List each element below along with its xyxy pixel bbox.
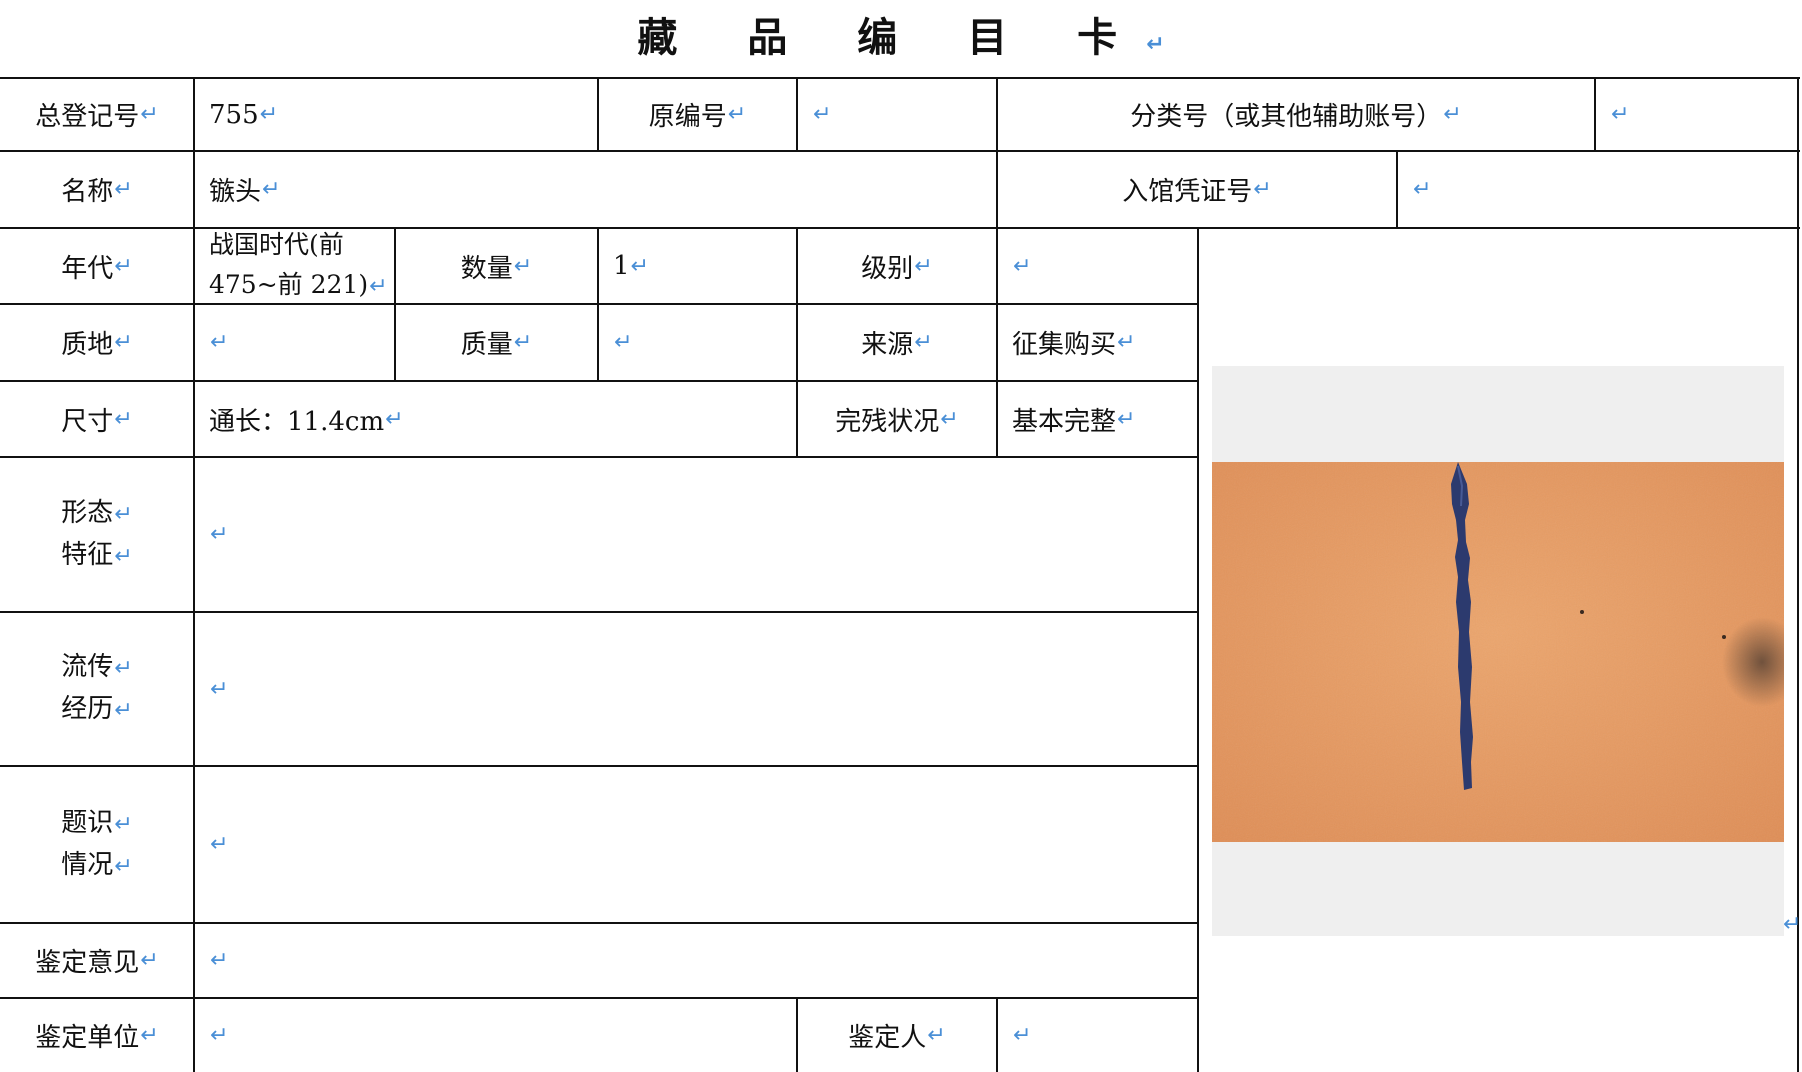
registration-no-label: 总登记号 ↵ [35, 102, 159, 132]
return-mark-icon: ↵ [210, 948, 229, 973]
shape-label: 形态↵ 特征↵ [61, 497, 133, 570]
voucher-field[interactable]: ↵ [1397, 151, 1798, 228]
return-mark-icon: ↵ [1611, 102, 1630, 127]
return-mark-icon: ↵ [1443, 102, 1462, 127]
return-mark-icon: ↵ [940, 406, 959, 432]
return-mark-icon: ↵ [210, 522, 229, 547]
return-mark-icon: ↵ [513, 330, 533, 355]
appraiser-label: 鉴定人 ↵ [848, 1022, 946, 1053]
inscription-field[interactable]: ↵ [194, 766, 1198, 923]
return-mark-icon: ↵ [1117, 330, 1136, 355]
return-mark-icon: ↵ [114, 406, 133, 432]
grade-field[interactable]: ↵ [997, 228, 1198, 304]
era-field[interactable]: 战国时代(前 475~前 221)↵ [194, 228, 395, 304]
name-field[interactable]: 镞头 ↵ [194, 151, 997, 228]
condition-label: 完残状况 ↵ [835, 406, 959, 437]
return-mark-icon: ↵ [114, 811, 133, 837]
return-mark-icon: ↵ [210, 330, 229, 355]
material-field[interactable]: ↵ [194, 304, 395, 381]
return-mark-icon: ↵ [210, 832, 229, 857]
artifact-photo [1212, 462, 1784, 842]
return-mark-icon: ↵ [927, 1022, 946, 1048]
return-mark-icon: ↵ [614, 330, 633, 355]
inscription-label: 题识↵ 情况↵ [61, 807, 133, 880]
return-mark-icon: ↵ [727, 102, 747, 127]
condition-field[interactable]: 基本完整 ↵ [997, 381, 1198, 457]
return-mark-icon: ↵ [210, 676, 229, 702]
return-mark-icon: ↵ [114, 501, 133, 527]
return-mark-icon: ↵ [259, 102, 279, 127]
return-mark-icon: ↵ [914, 253, 933, 279]
registration-no-field[interactable]: 755 ↵ [194, 78, 598, 151]
return-mark-icon: ↵ [140, 1022, 159, 1048]
return-mark-icon: ↵ [114, 253, 133, 279]
return-mark-icon: ↵ [1253, 177, 1272, 202]
return-mark-icon: ↵ [140, 102, 159, 127]
quantity-label: 数量 ↵ [460, 253, 533, 284]
return-mark-icon: ↵ [114, 853, 133, 879]
era-label: 年代 ↵ [61, 253, 133, 284]
return-mark-icon: ↵ [914, 330, 933, 355]
provenance-label: 流传↵ 经历↵ [61, 652, 133, 724]
return-mark-icon: ↵ [210, 1022, 229, 1048]
size-label: 尺寸 ↵ [61, 406, 133, 437]
return-mark-icon: ↵ [114, 177, 133, 202]
return-mark-icon: ↵ [513, 253, 533, 279]
return-mark-icon: ↵ [813, 102, 832, 127]
appraisal-unit-label: 鉴定单位 ↵ [35, 1022, 159, 1053]
appraisal-opinion-field[interactable]: ↵ [194, 923, 1198, 998]
return-mark-icon: ↵ [385, 406, 404, 432]
original-no-field[interactable]: ↵ [797, 78, 997, 151]
original-no-label: 原编号 ↵ [648, 102, 747, 132]
provenance-field[interactable]: ↵ [194, 612, 1198, 766]
appraiser-field[interactable]: ↵ [997, 998, 1198, 1072]
era-value-line1: 战国时代(前 [209, 230, 344, 259]
appraisal-unit-field[interactable]: ↵ [194, 998, 797, 1072]
return-mark-icon: ↵ [1117, 406, 1136, 432]
source-field[interactable]: 征集购买 ↵ [997, 304, 1198, 381]
class-no-field[interactable]: ↵ [1595, 78, 1798, 151]
shape-field[interactable]: ↵ [194, 457, 1198, 612]
return-mark-icon: ↵ [1783, 912, 1802, 937]
grade-label: 级别 ↵ [861, 253, 933, 284]
return-mark-icon: ↵ [114, 543, 133, 569]
era-value-line2: 475~前 221) [209, 270, 369, 299]
name-label: 名称 ↵ [61, 177, 133, 207]
return-mark-icon: ↵ [140, 948, 159, 973]
size-field[interactable]: 通长：11.4cm ↵ [194, 381, 797, 457]
return-mark-icon: ↵ [369, 274, 388, 299]
source-label: 来源 ↵ [861, 330, 933, 360]
return-mark-icon: ↵ [1013, 253, 1032, 279]
material-label: 质地 ↵ [61, 330, 133, 360]
return-mark-icon: ↵ [114, 330, 133, 355]
class-no-label: 分类号（或其他辅助账号） ↵ [1130, 102, 1462, 132]
return-mark-icon: ↵ [1413, 177, 1432, 202]
voucher-label: 入馆凭证号 ↵ [1122, 177, 1272, 207]
return-mark-icon: ↵ [114, 698, 133, 723]
quantity-field[interactable]: 1 ↵ [598, 228, 797, 304]
return-mark-icon: ↵ [262, 177, 281, 202]
return-mark-icon: ↵ [630, 253, 649, 279]
appraisal-opinion-label: 鉴定意见 ↵ [35, 948, 159, 978]
mass-label: 质量 ↵ [460, 330, 533, 360]
mass-field[interactable]: ↵ [598, 304, 797, 381]
return-mark-icon: ↵ [114, 656, 133, 681]
return-mark-icon: ↵ [1013, 1022, 1032, 1048]
